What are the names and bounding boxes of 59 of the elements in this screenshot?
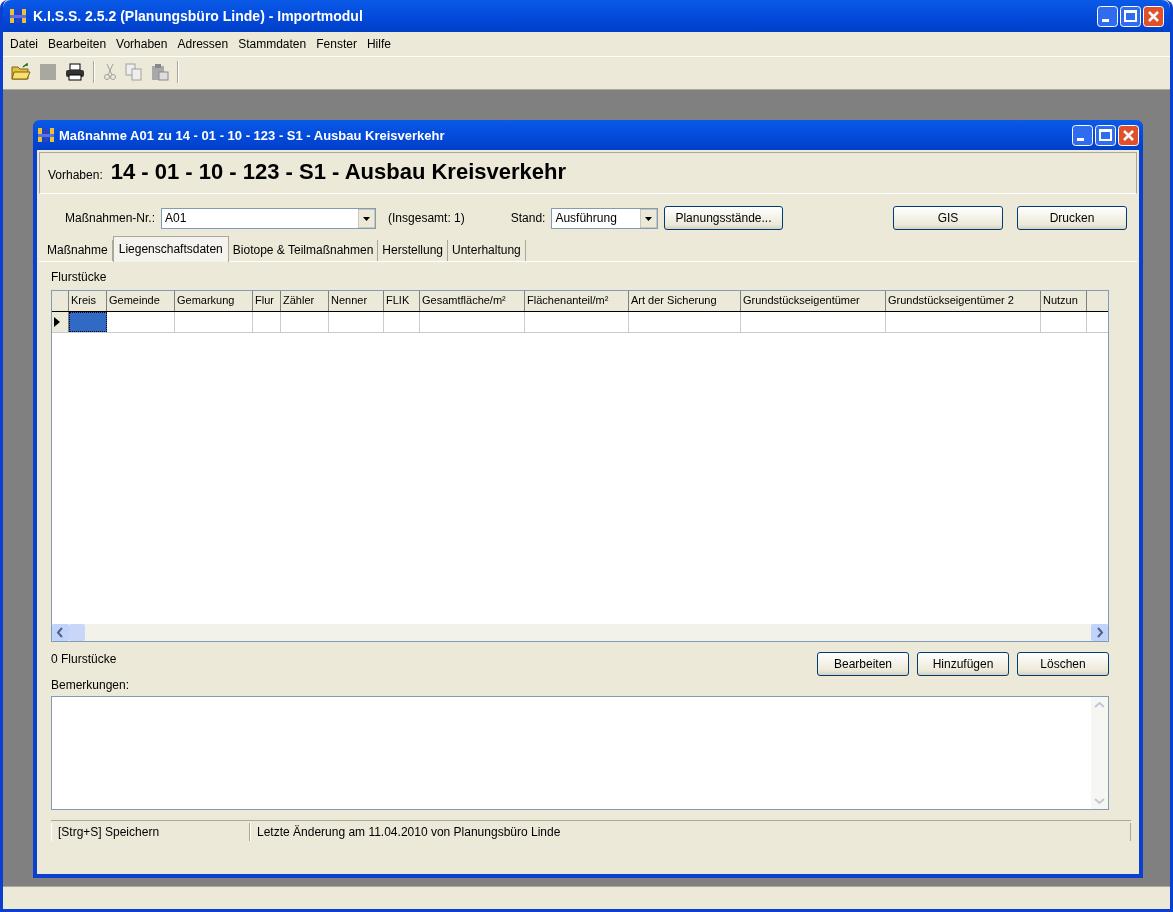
action-button[interactable]: Löschen (1017, 652, 1109, 676)
close-button[interactable] (1118, 124, 1139, 146)
menu-item[interactable]: Hilfe (361, 37, 396, 51)
action-button[interactable]: Hinzufügen (917, 652, 1009, 676)
parcel-count: 0 Flurstücke (51, 652, 118, 666)
action-button[interactable]: Drucken (1017, 206, 1127, 230)
scroll-thumb[interactable] (69, 624, 85, 641)
column-header[interactable]: Grundstückseigentümer (741, 291, 886, 311)
project-title: 14 - 01 - 10 - 123 - S1 - Ausbau Kreisverkehr (110, 159, 566, 185)
column-header[interactable]: Grundstückseigentümer 2 (886, 291, 1041, 311)
menu-item[interactable]: Fenster (311, 37, 362, 51)
selected-cell[interactable] (69, 312, 107, 332)
field-label: Maßnahmen-Nr.: (65, 211, 156, 225)
column-header[interactable]: Art der Sicherung (629, 291, 741, 311)
action-button[interactable]: Bearbeiten (817, 652, 909, 676)
horizontal-scrollbar[interactable] (52, 624, 1108, 641)
column-header[interactable]: Zähler (281, 291, 329, 311)
status-text: [Strg+S] Speichern (51, 823, 250, 841)
menu-item[interactable]: Bearbeiten (43, 37, 112, 51)
column-header[interactable]: Gemarkung (175, 291, 253, 311)
app-logo-icon (37, 126, 55, 144)
menu-item[interactable]: Vorhaben (111, 37, 173, 51)
column-header[interactable]: Gemeinde (107, 291, 175, 311)
printer-icon[interactable] (65, 63, 85, 81)
status-text: Letzte Änderung am 11.04.2010 von Planungsbüro Linde (250, 823, 1131, 841)
menu-item[interactable]: Stammdaten (233, 37, 312, 51)
section-label: Flurstücke (51, 270, 108, 284)
action-button[interactable]: Planungsstände... (664, 206, 783, 230)
close-button[interactable] (1143, 5, 1164, 27)
status-dropdown[interactable]: Ausführung (551, 207, 659, 229)
menu-item[interactable]: Adressen (172, 37, 234, 51)
window-title: Maßnahme A01 zu 14 - 01 - 10 - 123 - S1 - Ausbau Kreisverkehr (59, 127, 446, 143)
window-title: K.I.S.S. 2.5.2 (Planungsbüro Linde) - Importmodul (32, 8, 364, 24)
column-header[interactable]: Flächenanteil/m² (525, 291, 629, 311)
dropdown-arrow-icon[interactable] (358, 208, 376, 228)
action-button[interactable]: GIS (893, 206, 1003, 230)
column-header[interactable]: Nutzun (1041, 291, 1087, 311)
dropdown-arrow-icon[interactable] (640, 208, 658, 228)
column-header[interactable]: Nenner (329, 291, 384, 311)
menu-item[interactable]: Datei (5, 37, 43, 51)
total-label: (Insgesamt: 1) (388, 211, 465, 225)
remarks-field[interactable] (51, 696, 1109, 810)
minimize-button[interactable] (1097, 5, 1118, 27)
maximize-button[interactable] (1095, 124, 1116, 146)
field-label: Stand: (510, 211, 546, 225)
scroll-left-icon[interactable] (52, 624, 69, 641)
column-header[interactable]: FLIK (384, 291, 420, 311)
column-header[interactable]: Kreis (69, 291, 107, 311)
minimize-button[interactable] (1072, 124, 1093, 146)
app-logo-icon (9, 7, 27, 25)
project-label: Vorhaben: (48, 168, 103, 182)
column-header[interactable]: Gesamtfläche/m² (420, 291, 525, 311)
maximize-button[interactable] (1120, 5, 1141, 27)
measure-dropdown[interactable]: A01 (161, 207, 377, 229)
tab[interactable]: Liegenschaftsdaten (112, 236, 229, 262)
scroll-right-icon[interactable] (1091, 624, 1108, 641)
folder-icon[interactable] (11, 63, 31, 81)
field-label: Bemerkungen: (51, 678, 131, 692)
column-header[interactable]: Flur (253, 291, 281, 311)
